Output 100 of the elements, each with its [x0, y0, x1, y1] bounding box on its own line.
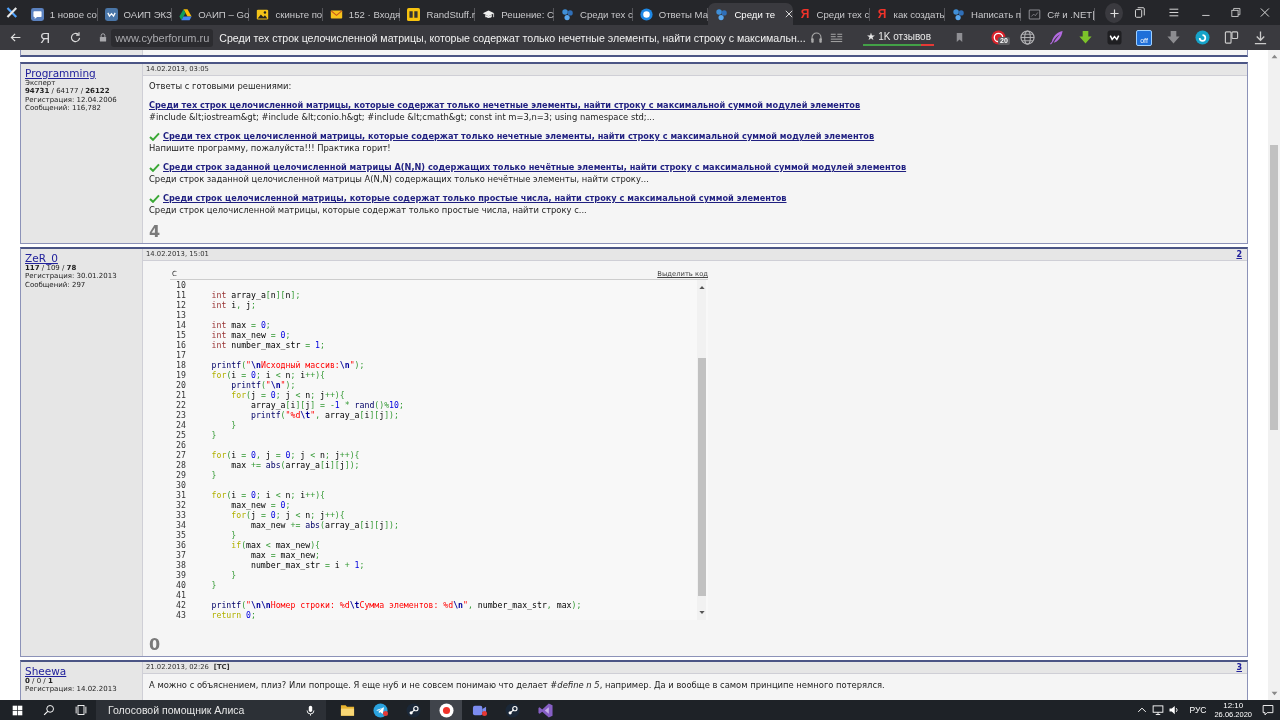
line-number: 34 [176, 520, 186, 530]
line-number: 43 [176, 610, 186, 620]
cross-icon[interactable] [6, 6, 18, 19]
code-line: } [211, 470, 217, 480]
code-line: if(max < max_new){ [231, 540, 321, 550]
close-icon[interactable] [1259, 6, 1272, 19]
code-line: } [211, 580, 217, 590]
home-button[interactable]: Я [40, 29, 51, 46]
envelope-icon [329, 7, 343, 21]
disc-icon [405, 702, 421, 718]
ring-icon [639, 7, 653, 21]
cap-icon [482, 7, 496, 21]
arrow-up-icon[interactable] [698, 285, 705, 290]
square-icon [1028, 7, 1042, 21]
scroll-thumb[interactable] [1270, 145, 1278, 430]
feather-icon[interactable] [1049, 30, 1064, 45]
answer-link[interactable]: Среди строк заданной целочисленной матрицы A(N,N) содержащих только нечётные элементы, найти строку с максимальной суммой модулей элементов [163, 161, 907, 173]
line-number: 25 [176, 430, 186, 440]
reviews-button[interactable]: ★ 1K отзывов [863, 29, 934, 46]
arrow-up-icon[interactable] [1270, 54, 1278, 59]
code-line: } [211, 430, 217, 440]
ring-icon[interactable] [1195, 30, 1210, 45]
reload-icon[interactable] [69, 31, 83, 44]
answer-link[interactable]: Среди тех строк целочисленной матрицы, которые содержат только нечетные элементы, найти строку с максимальной суммой модулей элементов [149, 99, 861, 111]
lock-icon[interactable] [98, 32, 109, 43]
line-number: 31 [176, 490, 186, 500]
line-number: 24 [176, 420, 186, 430]
code-line: max += abs(array_a[i][j]); [231, 460, 360, 470]
line-number: 17 [176, 350, 186, 360]
line-number: 33 [176, 510, 186, 520]
page-title[interactable]: Среди тех строк целочисленной матрицы, которые содержат только нечетные элементы, найти строку с максимальн... [219, 31, 806, 44]
author-link[interactable]: Programming [25, 67, 96, 79]
code-line: number_max_str = i + 1; [251, 560, 365, 570]
chat-icon[interactable] [1262, 704, 1274, 716]
post-number-link[interactable]: 2 [1236, 250, 1242, 259]
line-number: 32 [176, 500, 186, 510]
panels-icon[interactable] [1224, 30, 1239, 45]
line-number: 12 [176, 300, 186, 310]
code-line: for(j = 0; j < n; j++){ [231, 510, 345, 520]
chat-icon [30, 7, 44, 21]
line-number: 20 [176, 380, 186, 390]
start-icon[interactable] [12, 704, 23, 716]
answer-snippet: Напишите программу, пожалуйста!!! Практика горит! [149, 142, 391, 154]
task-view-icon[interactable] [75, 704, 87, 716]
code-line: int max_new = 0; [211, 330, 291, 340]
answer-snippet: #include &lt;iostream&gt; #include &lt;conio.h&gt; #include &lt;cmath&gt; const int m=3,n=3; using namespace std;... [149, 111, 655, 123]
scroll-thumb[interactable] [697, 358, 706, 596]
taskbar-app[interactable] [430, 700, 462, 720]
speaker-icon[interactable] [1168, 704, 1181, 716]
arrow-down-icon[interactable] [1270, 691, 1278, 696]
code-line: } [231, 420, 237, 430]
download-icon[interactable] [1253, 30, 1268, 45]
line-number: 38 [176, 560, 186, 570]
post-rating: 0 [149, 637, 161, 653]
author-link[interactable]: ZeR_0 [25, 252, 58, 264]
answer-snippet: Среди строк заданной целочисленной матрицы A(N,N) содержащих только нечётные элементы, найти строку... [149, 173, 649, 185]
bookmark-icon[interactable] [954, 31, 965, 44]
code-line: } [231, 570, 237, 580]
monitor-icon[interactable] [1152, 704, 1165, 716]
code-line: printf("\nИсходный массив:\n"); [211, 360, 365, 370]
search-icon[interactable] [43, 704, 55, 716]
answer-link[interactable]: Среди тех строк целочисленной матрицы, которые содержат только нечетные элементы, найти строку с максимальной суммой модулей элементов [163, 130, 875, 142]
arrow-down-icon[interactable] [698, 610, 705, 615]
clock-time[interactable]: 12:10 [1223, 701, 1244, 710]
code-line: int array_a[n][n]; [211, 290, 301, 300]
new-tab-button[interactable] [1105, 3, 1124, 23]
globe-icon[interactable] [1020, 30, 1035, 45]
code-line: max_new = 0; [231, 500, 291, 510]
tile-icon[interactable] [1107, 30, 1122, 45]
restore-icon[interactable] [1229, 6, 1242, 19]
headphones-icon[interactable] [810, 31, 824, 44]
code-line: for(i = 0; i < n; i++){ [211, 490, 325, 500]
code-line: for(i = 0, j = 0; j < n; j++){ [211, 450, 360, 460]
microphone-icon[interactable] [305, 704, 316, 716]
arrow-down-icon[interactable] [1166, 30, 1181, 45]
collections-icon[interactable] [1134, 6, 1147, 19]
circles-icon [715, 7, 729, 21]
line-number: 36 [176, 540, 186, 550]
arrow-down-icon[interactable] [1078, 30, 1093, 45]
line-number: 39 [176, 570, 186, 580]
url-chip[interactable]: www.cyberforum.ru [111, 28, 214, 47]
author-link[interactable]: Sheewa [25, 665, 67, 677]
line-number: 22 [176, 400, 186, 410]
close-icon[interactable] [785, 10, 794, 18]
line-number: 10 [176, 280, 186, 290]
disc-icon [438, 702, 454, 718]
voice-search-field[interactable]: Голосовой помощник Алиса [96, 700, 326, 720]
line-number: 23 [176, 410, 186, 420]
language-indicator[interactable]: РУС [1189, 705, 1207, 715]
reader-icon[interactable] [830, 31, 844, 44]
post-rating: 4 [149, 224, 161, 240]
code-line: } [231, 530, 237, 540]
line-number: 30 [176, 480, 186, 490]
post-number-link[interactable]: 3 [1236, 663, 1242, 672]
menu-icon[interactable] [1168, 6, 1180, 19]
answer-link[interactable]: Среди строк целочисленной матрицы, которые содержат только простые числа, найти строку с максимальной суммой элементов [163, 192, 787, 204]
answer-snippet: Среди строк целочисленной матрицы, которые содержат только простые числа, найти строку с... [149, 204, 587, 216]
ribbon-icon [537, 702, 553, 718]
back-icon[interactable] [9, 31, 22, 44]
browser-tab[interactable]: Среди те [708, 3, 793, 25]
